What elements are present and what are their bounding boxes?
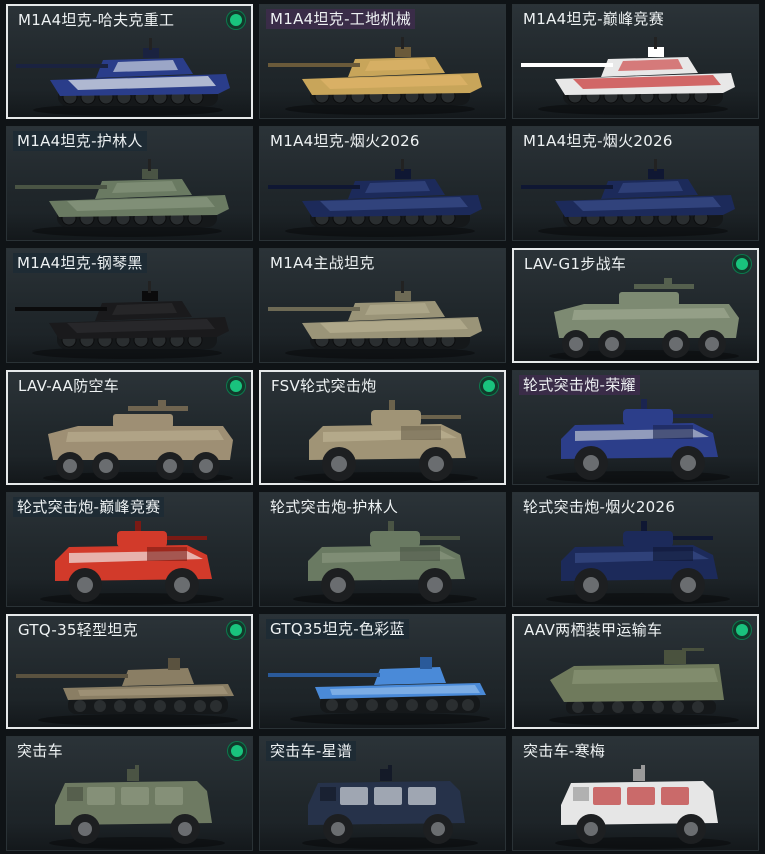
- vehicle-skin-name: 轮式突击炮-烟火2026: [523, 498, 676, 516]
- vehicle-fsv-image: [260, 517, 505, 606]
- vehicle-ifv-image: [8, 396, 251, 483]
- vehicle-skin-name: GTQ35坦克-色彩蓝: [266, 619, 409, 639]
- vehicle-skin-name: M1A4主战坦克: [270, 254, 375, 272]
- vehicle-tank-image: [260, 29, 505, 118]
- vehicle-fsv-image: [513, 517, 758, 606]
- vehicle-skin-card[interactable]: 轮式突击炮-巅峰竞赛: [6, 492, 253, 607]
- vehicle-skin-card[interactable]: FSV轮式突击炮: [259, 370, 506, 485]
- vehicle-skin-name: 突击车: [17, 742, 63, 760]
- vehicle-skin-card[interactable]: 突击车: [6, 736, 253, 851]
- vehicle-skin-card[interactable]: GTQ35坦克-色彩蓝: [259, 614, 506, 729]
- vehicle-skin-name: GTQ-35轻型坦克: [18, 621, 138, 639]
- vehicle-skin-name: LAV-G1步战车: [524, 255, 627, 273]
- vehicle-skin-name: M1A4坦克-巅峰竞赛: [523, 10, 665, 28]
- vehicle-mrap-image: [513, 761, 758, 850]
- vehicle-skin-name: M1A4坦克-工地机械: [266, 9, 416, 29]
- vehicle-mrap-image: [7, 761, 252, 850]
- vehicle-skin-card[interactable]: 突击车-寒梅: [512, 736, 759, 851]
- vehicle-skin-name: M1A4坦克-烟火2026: [523, 132, 673, 150]
- vehicle-tank-image: [8, 30, 251, 117]
- vehicle-mrap-image: [260, 761, 505, 850]
- vehicle-fsv-image: [7, 517, 252, 606]
- status-dot-icon: [480, 377, 498, 395]
- vehicle-skin-card[interactable]: M1A4坦克-烟火2026: [259, 126, 506, 241]
- vehicle-skin-card[interactable]: GTQ-35轻型坦克: [6, 614, 253, 729]
- vehicle-skin-name: 轮式突击炮-荣耀: [519, 375, 640, 395]
- status-dot-icon: [228, 742, 246, 760]
- vehicle-skin-card[interactable]: M1A4主战坦克: [259, 248, 506, 363]
- vehicle-skin-card[interactable]: M1A4坦克-烟火2026: [512, 126, 759, 241]
- vehicle-skin-card[interactable]: 突击车-星谱: [259, 736, 506, 851]
- vehicle-skin-card[interactable]: M1A4坦克-工地机械: [259, 4, 506, 119]
- status-dot-icon: [227, 377, 245, 395]
- vehicle-skin-name: 轮式突击炮-护林人: [270, 498, 399, 516]
- vehicle-light-image: [260, 639, 505, 728]
- vehicle-fsv-image: [513, 395, 758, 484]
- vehicle-skin-name: LAV-AA防空车: [18, 377, 120, 395]
- vehicle-tank-image: [260, 151, 505, 240]
- vehicle-skin-grid: M1A4坦克-哈夫克重工 M1A4坦克-工地机械 M1A4坦克-巅峰竞赛 M1A…: [6, 4, 759, 852]
- vehicle-skin-name: M1A4坦克-钢琴黑: [13, 253, 147, 273]
- vehicle-skin-name: FSV轮式突击炮: [271, 377, 377, 395]
- vehicle-skin-name: M1A4坦克-护林人: [13, 131, 147, 151]
- vehicle-tank-image: [7, 151, 252, 240]
- vehicle-tank-image: [513, 29, 758, 118]
- vehicle-skin-name: 轮式突击炮-巅峰竞赛: [13, 497, 165, 517]
- vehicle-skin-name: 突击车-寒梅: [523, 742, 606, 760]
- vehicle-skin-name: AAV两栖装甲运输车: [524, 621, 663, 639]
- status-dot-icon: [733, 621, 751, 639]
- vehicle-skin-card[interactable]: LAV-G1步战车: [512, 248, 759, 363]
- vehicle-skin-card[interactable]: M1A4坦克-护林人: [6, 126, 253, 241]
- vehicle-skin-card[interactable]: 轮式突击炮-烟火2026: [512, 492, 759, 607]
- vehicle-skin-name: 突击车-星谱: [266, 741, 357, 761]
- vehicle-skin-name: M1A4坦克-烟火2026: [270, 132, 420, 150]
- vehicle-fsv-image: [261, 396, 504, 483]
- vehicle-skin-card[interactable]: AAV两栖装甲运输车: [512, 614, 759, 729]
- vehicle-skin-card[interactable]: 轮式突击炮-荣耀: [512, 370, 759, 485]
- vehicle-skin-card[interactable]: M1A4坦克-钢琴黑: [6, 248, 253, 363]
- vehicle-skin-name: M1A4坦克-哈夫克重工: [18, 11, 175, 29]
- vehicle-tank-image: [513, 151, 758, 240]
- vehicle-light-image: [8, 640, 251, 727]
- vehicle-ifv-image: [514, 274, 757, 361]
- vehicle-skin-card[interactable]: M1A4坦克-巅峰竞赛: [512, 4, 759, 119]
- status-dot-icon: [733, 255, 751, 273]
- vehicle-skin-card[interactable]: 轮式突击炮-护林人: [259, 492, 506, 607]
- status-dot-icon: [227, 11, 245, 29]
- vehicle-skin-card[interactable]: LAV-AA防空车: [6, 370, 253, 485]
- vehicle-aav-image: [514, 640, 757, 727]
- status-dot-icon: [227, 621, 245, 639]
- vehicle-tank-image: [260, 273, 505, 362]
- vehicle-skin-card[interactable]: M1A4坦克-哈夫克重工: [6, 4, 253, 119]
- vehicle-tank-image: [7, 273, 252, 362]
